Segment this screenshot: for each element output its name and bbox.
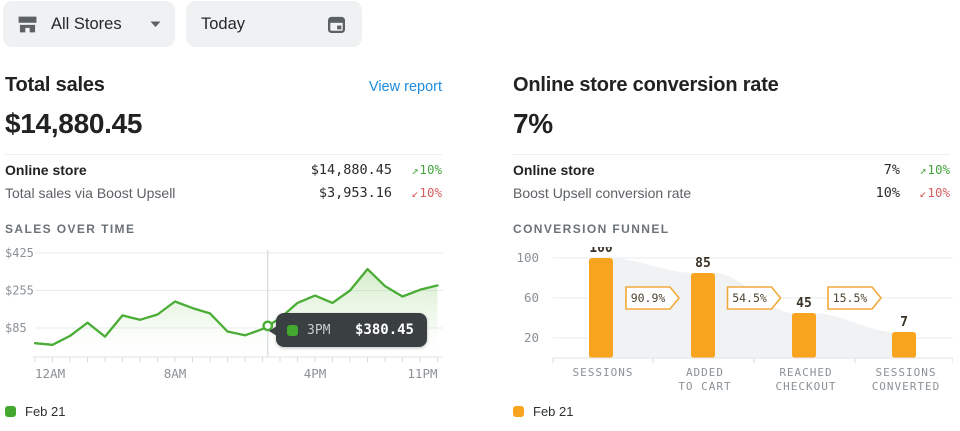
metric-value: 7%: [884, 162, 900, 178]
funnel-bar[interactable]: [589, 258, 613, 358]
bar-value-label: 100: [589, 247, 613, 256]
legend-label: Feb 21: [533, 404, 573, 419]
metric-row-online-store: Online store 7% ↗10%: [513, 158, 950, 181]
topbar: All Stores Today: [0, 0, 960, 47]
chart-tooltip: 3PM $380.45: [276, 313, 427, 347]
trend-up-icon: ↗: [411, 163, 418, 177]
drop-rate-value: 90.9%: [631, 291, 666, 305]
trend-down-icon: ↙: [411, 186, 418, 200]
x-axis-label: 12AM: [35, 366, 65, 381]
delta-value: 10%: [927, 185, 950, 200]
sales-legend: Feb 21: [5, 404, 442, 419]
funnel-bar[interactable]: [892, 332, 916, 358]
sales-over-time-chart[interactable]: $425 $255 $85 12AM 8AM 4PM 11PM 3PM $380.45: [5, 247, 442, 387]
metric-value: $14,880.45: [311, 162, 392, 178]
delta-value: 10%: [419, 162, 442, 177]
metric-row-boost-upsell: Total sales via Boost Upsell $3,953.16 ↙…: [5, 181, 442, 204]
trend-down-icon: ↙: [919, 186, 926, 200]
delta-value: 10%: [927, 162, 950, 177]
funnel-legend: Feb 21: [513, 404, 950, 419]
legend-label: Feb 21: [25, 404, 65, 419]
conversion-funnel-label: CONVERSION FUNNEL: [513, 222, 950, 236]
y-axis-label: $425: [5, 247, 34, 260]
conversion-rate-panel: Online store conversion rate 7% Online s…: [513, 74, 950, 419]
conversion-rate-header: Online store conversion rate: [513, 74, 950, 98]
x-axis-label: 11PM: [407, 366, 437, 381]
metric-row-online-store: Online store $14,880.45 ↗10%: [5, 158, 442, 181]
metric-value: 10%: [876, 185, 900, 201]
analytics-dashboard: All Stores Today Total sales View report: [0, 0, 960, 419]
total-sales-header: Total sales View report: [5, 74, 442, 98]
date-selector-label: Today: [201, 15, 245, 34]
store-selector-label: All Stores: [51, 15, 122, 34]
tooltip-time: 3PM: [307, 323, 330, 338]
metric-value: $3,953.16: [319, 185, 392, 201]
funnel-bar[interactable]: [691, 273, 715, 358]
y-axis-label: 100: [516, 250, 539, 265]
delta-value: 10%: [419, 185, 442, 200]
bar-value-label: 7: [900, 315, 908, 330]
total-sales-metrics: Online store $14,880.45 ↗10% Total sales…: [5, 154, 442, 204]
funnel-bar-chart-svg: 100 60 20 100 85 45 7 90.9% 54.5% 15.5% SESSIONS AD…: [513, 247, 953, 397]
tooltip-value: $380.45: [355, 322, 414, 338]
conversion-metrics: Online store 7% ↗10% Boost Upsell conver…: [513, 154, 950, 204]
bar-value-label: 85: [695, 256, 711, 271]
store-icon: [17, 14, 38, 35]
series-swatch: [287, 325, 298, 336]
drop-rate-value: 15.5%: [833, 291, 868, 305]
category-label: REACHED: [779, 366, 832, 379]
conversion-rate-title: Online store conversion rate: [513, 74, 779, 97]
funnel-bar[interactable]: [792, 313, 816, 358]
metric-delta: ↗10%: [392, 162, 442, 177]
chevron-down-icon: [150, 21, 161, 28]
drop-rate-value: 54.5%: [732, 291, 767, 305]
metric-delta: ↙10%: [900, 185, 950, 200]
legend-swatch-green: [5, 406, 16, 417]
metric-label: Total sales via Boost Upsell: [5, 185, 319, 201]
total-sales-value: $14,880.45: [5, 108, 442, 140]
trend-up-icon: ↗: [919, 163, 926, 177]
metric-label: Online store: [513, 162, 884, 178]
y-axis-label: $85: [5, 321, 27, 335]
metric-label: Boost Upsell conversion rate: [513, 185, 876, 201]
category-label: CHECKOUT: [776, 380, 837, 393]
metric-row-boost-upsell: Boost Upsell conversion rate 10% ↙10%: [513, 181, 950, 204]
metric-label: Online store: [5, 162, 311, 178]
calendar-icon: [326, 14, 347, 35]
sales-over-time-label: SALES OVER TIME: [5, 222, 442, 236]
view-report-link[interactable]: View report: [369, 79, 442, 95]
total-sales-title: Total sales: [5, 74, 105, 97]
y-axis-label: 60: [524, 290, 539, 305]
date-selector[interactable]: Today: [186, 1, 362, 47]
conversion-rate-value: 7%: [513, 108, 950, 140]
total-sales-panel: Total sales View report $14,880.45 Onlin…: [5, 74, 442, 419]
conversion-funnel-chart[interactable]: 100 60 20 100 85 45 7 90.9% 54.5% 15.5% SESSIONS AD…: [513, 247, 950, 397]
category-label: CONVERTED: [872, 380, 941, 393]
y-axis-label: 20: [524, 330, 539, 345]
x-axis-label: 8AM: [164, 366, 187, 381]
y-axis-label: $255: [5, 283, 34, 297]
bar-value-label: 45: [796, 296, 812, 311]
metric-delta: ↙10%: [392, 185, 442, 200]
store-selector[interactable]: All Stores: [3, 1, 175, 47]
metric-delta: ↗10%: [900, 162, 950, 177]
category-label: ADDED: [686, 366, 724, 379]
dashboard-panels: Total sales View report $14,880.45 Onlin…: [0, 74, 960, 419]
category-label: SESSIONS: [573, 366, 634, 379]
legend-swatch-orange: [513, 406, 524, 417]
category-label: SESSIONS: [876, 366, 937, 379]
category-label: TO CART: [678, 380, 731, 393]
x-axis-label: 4PM: [304, 366, 327, 381]
